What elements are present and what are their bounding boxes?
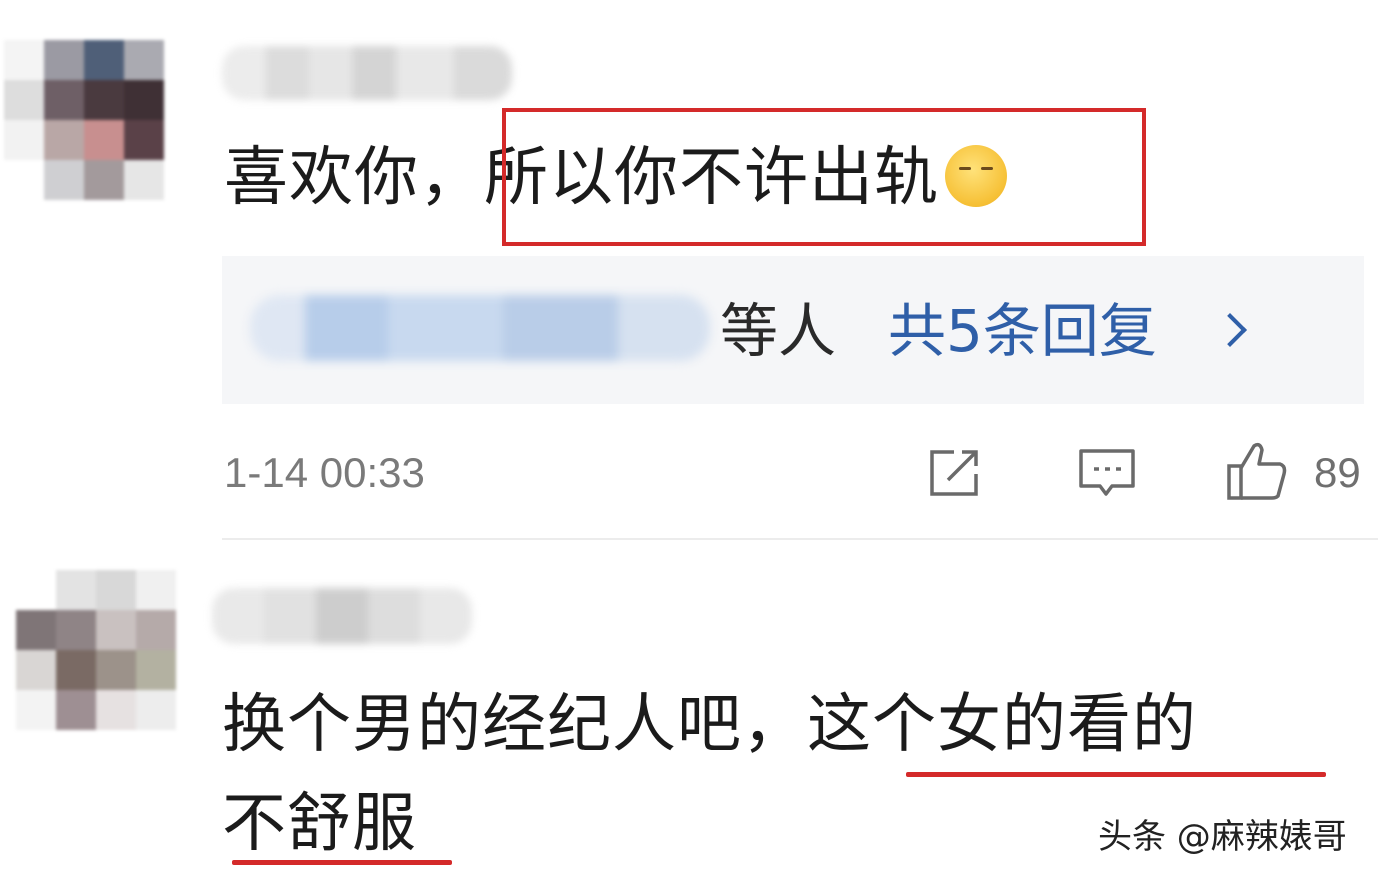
avatar[interactable] — [4, 40, 164, 200]
watermark: 头条 @麻辣婊哥 — [1098, 817, 1347, 857]
avatar[interactable] — [16, 570, 176, 730]
comment-text-plain: 喜欢你， — [224, 141, 484, 215]
red-underline — [906, 772, 1326, 777]
reply-count-link[interactable]: 共5条回复 — [888, 302, 1157, 360]
comment-text-underlined: 这个女的看的 — [807, 688, 1197, 762]
highlight-box — [502, 108, 1146, 246]
share-icon[interactable] — [928, 448, 982, 498]
username-blurred[interactable] — [222, 46, 512, 100]
comment-text-line2: 不舒服 — [222, 787, 417, 861]
red-underline — [232, 860, 452, 865]
like-count: 89 — [1314, 449, 1361, 496]
like-icon[interactable] — [1226, 440, 1288, 502]
comment-text-plain: 换个男的经纪人吧， — [222, 688, 807, 762]
comment-text-line1: 换个男的经纪人吧，这个女的看的 — [222, 693, 1197, 757]
comment-icon[interactable] — [1078, 448, 1136, 500]
timestamp: 1-14 00:33 — [224, 449, 425, 496]
reply-usernames-blurred — [250, 295, 710, 361]
reply-users-suffix: 等人 — [720, 297, 837, 365]
username-blurred[interactable] — [212, 588, 472, 644]
divider — [222, 538, 1378, 540]
